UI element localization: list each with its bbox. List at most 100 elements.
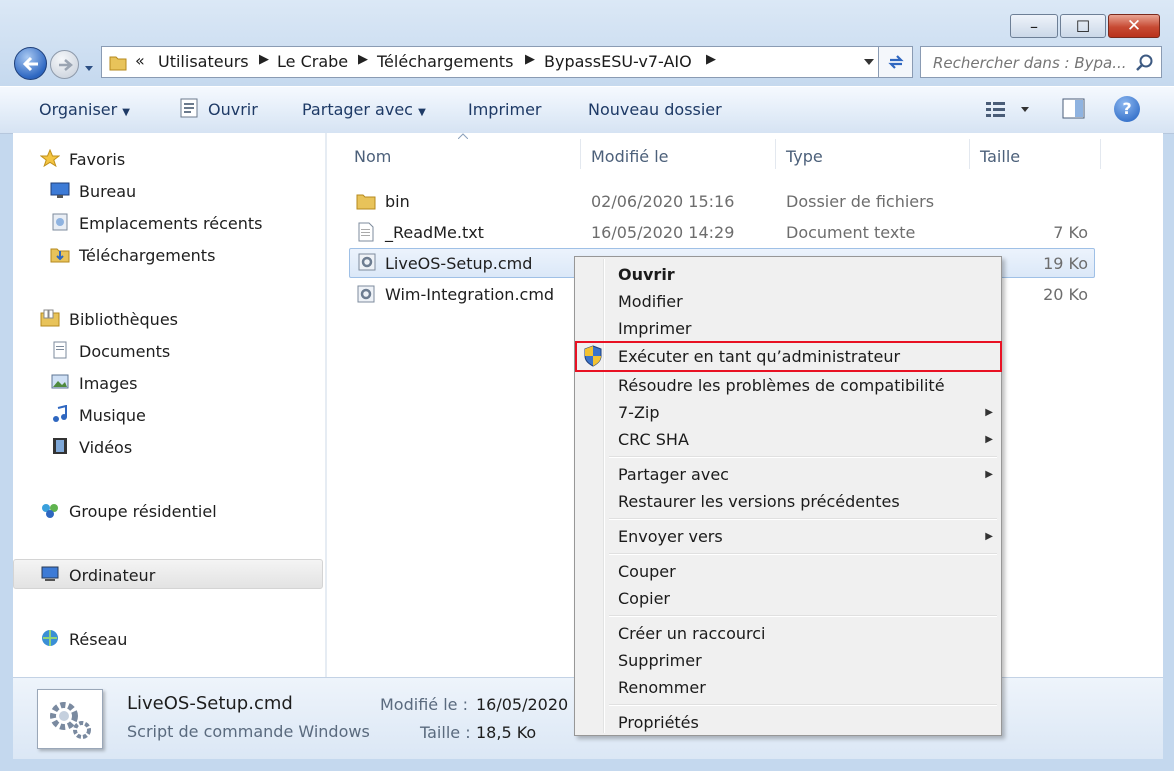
breadcrumb-utilisateurs[interactable]: Utilisateurs	[158, 52, 249, 71]
libraries-icon	[40, 309, 60, 327]
nav-music[interactable]: Musique	[79, 406, 146, 425]
nav-documents[interactable]: Documents	[79, 342, 170, 361]
close-button[interactable]: ✕	[1108, 14, 1160, 38]
breadcrumb-arrow-icon[interactable]: ▶	[259, 52, 269, 67]
breadcrumb-bypassesu[interactable]: BypassESU-v7-AIO	[544, 52, 692, 71]
organize-button[interactable]: Organiser ▼	[39, 100, 130, 119]
recent-pages-dropdown[interactable]	[84, 58, 94, 77]
cmd-file-icon	[358, 253, 376, 271]
menu-item-troubleshoot-compatibility[interactable]: Résoudre les problèmes de compatibilité	[618, 376, 945, 395]
menu-item-edit[interactable]: Modifier	[618, 292, 683, 311]
print-button[interactable]: Imprimer	[468, 100, 542, 119]
address-bar[interactable]: « Utilisateurs ▶ Le Crabe ▶ Téléchargeme…	[101, 46, 879, 78]
column-separator[interactable]	[1100, 139, 1101, 169]
computer-icon	[41, 566, 59, 581]
menu-item-share-with[interactable]: Partager avec	[618, 465, 729, 484]
minimize-button[interactable]: –	[1010, 14, 1058, 38]
table-row[interactable]: _ReadMe.txt 16/05/2020 14:29 Document te…	[349, 219, 1095, 247]
close-icon: ✕	[1126, 16, 1142, 36]
star-icon	[40, 149, 60, 167]
column-separator[interactable]	[775, 139, 776, 169]
menu-item-7zip[interactable]: 7-Zip	[618, 403, 660, 422]
nav-videos[interactable]: Vidéos	[79, 438, 132, 457]
organize-label: Organiser	[39, 100, 118, 119]
menu-item-run-as-admin[interactable]: Exécuter en tant qu’administrateur	[618, 347, 900, 366]
share-button[interactable]: Partager avec ▼	[302, 100, 426, 119]
preview-pane-button[interactable]	[1061, 97, 1087, 125]
details-filetype: Script de commande Windows	[127, 722, 370, 741]
documents-icon	[53, 341, 67, 359]
breadcrumb-arrow-icon[interactable]: ▶	[525, 52, 535, 67]
details-modified-label: Modifié le :	[380, 695, 468, 714]
file-name: LiveOS-Setup.cmd	[385, 254, 533, 273]
menu-separator	[609, 615, 997, 617]
open-button[interactable]: Ouvrir	[208, 100, 258, 119]
nav-homegroup[interactable]: Groupe résidentiel	[69, 502, 217, 521]
forward-button[interactable]	[50, 50, 79, 79]
address-dropdown-icon[interactable]	[864, 59, 874, 67]
menu-item-print[interactable]: Imprimer	[618, 319, 692, 338]
menu-item-copy[interactable]: Copier	[618, 589, 670, 608]
network-icon	[42, 630, 58, 646]
menu-item-rename[interactable]: Renommer	[618, 678, 706, 697]
search-input[interactable]	[931, 53, 1135, 73]
refresh-button[interactable]	[879, 46, 913, 78]
details-filename: LiveOS-Setup.cmd	[127, 693, 293, 714]
column-header-modified[interactable]: Modifié le	[591, 147, 669, 166]
nav-desktop[interactable]: Bureau	[79, 182, 136, 201]
breadcrumb-overflow[interactable]: «	[135, 51, 145, 70]
column-header-type[interactable]: Type	[786, 147, 823, 166]
menu-item-send-to[interactable]: Envoyer vers	[618, 527, 723, 546]
details-view-icon	[986, 102, 1029, 117]
menu-item-restore-previous-versions[interactable]: Restaurer les versions précédentes	[618, 492, 900, 511]
column-separator[interactable]	[969, 139, 970, 169]
menu-item-open[interactable]: Ouvrir	[618, 265, 675, 284]
images-icon	[51, 374, 69, 389]
file-size: 20 Ko	[1043, 285, 1088, 304]
breadcrumb-arrow-icon[interactable]: ▶	[358, 52, 368, 67]
file-name: Wim-Integration.cmd	[385, 285, 555, 304]
details-size-value: 18,5 Ko	[476, 723, 537, 742]
search-box[interactable]	[920, 46, 1162, 78]
chevron-down-icon: ▼	[122, 107, 130, 118]
command-bar: Organiser ▼ Ouvrir Partager avec ▼ Impri…	[0, 86, 1174, 134]
desktop-icon	[50, 182, 70, 198]
file-name: _ReadMe.txt	[385, 223, 484, 242]
homegroup-icon	[42, 504, 58, 518]
text-file-icon	[358, 222, 374, 242]
maximize-icon: ☐	[1075, 16, 1091, 36]
nav-libraries[interactable]: Bibliothèques	[69, 310, 178, 329]
nav-network[interactable]: Réseau	[69, 630, 127, 649]
menu-separator	[609, 553, 997, 555]
folder-icon	[356, 194, 376, 210]
nav-recent-places[interactable]: Emplacements récents	[79, 214, 262, 233]
breadcrumb-telechargements[interactable]: Téléchargements	[377, 52, 513, 71]
file-size: 19 Ko	[1043, 254, 1088, 273]
nav-images[interactable]: Images	[79, 374, 137, 393]
view-options-button[interactable]	[984, 99, 1032, 125]
column-separator[interactable]	[580, 139, 581, 169]
menu-item-create-shortcut[interactable]: Créer un raccourci	[618, 624, 766, 643]
navigation-pane: Favoris Bureau Emplacements récents Télé…	[13, 133, 325, 677]
breadcrumb-arrow-icon[interactable]: ▶	[706, 52, 716, 67]
nav-computer[interactable]: Ordinateur	[69, 566, 155, 585]
menu-item-delete[interactable]: Supprimer	[618, 651, 702, 670]
nav-favorites[interactable]: Favoris	[69, 150, 125, 169]
details-size-label: Taille :	[420, 723, 471, 742]
menu-item-properties[interactable]: Propriétés	[618, 713, 699, 732]
maximize-button[interactable]: ☐	[1060, 14, 1106, 38]
menu-item-cut[interactable]: Couper	[618, 562, 676, 581]
breadcrumb-le-crabe[interactable]: Le Crabe	[277, 52, 348, 71]
file-type: Document texte	[786, 223, 916, 242]
table-row[interactable]: bin 02/06/2020 15:16 Dossier de fichiers	[349, 188, 1095, 216]
new-folder-button[interactable]: Nouveau dossier	[588, 100, 722, 119]
help-button[interactable]: ?	[1114, 96, 1140, 122]
videos-icon	[53, 438, 67, 454]
nav-downloads[interactable]: Téléchargements	[79, 246, 215, 265]
column-header-name[interactable]: Nom	[354, 147, 391, 166]
search-icon[interactable]	[1135, 53, 1155, 73]
context-menu: Ouvrir Modifier Imprimer Exécuter en tan…	[574, 256, 1002, 736]
back-button[interactable]	[14, 47, 47, 80]
menu-item-crc-sha[interactable]: CRC SHA	[618, 430, 689, 449]
column-header-size[interactable]: Taille	[980, 147, 1020, 166]
